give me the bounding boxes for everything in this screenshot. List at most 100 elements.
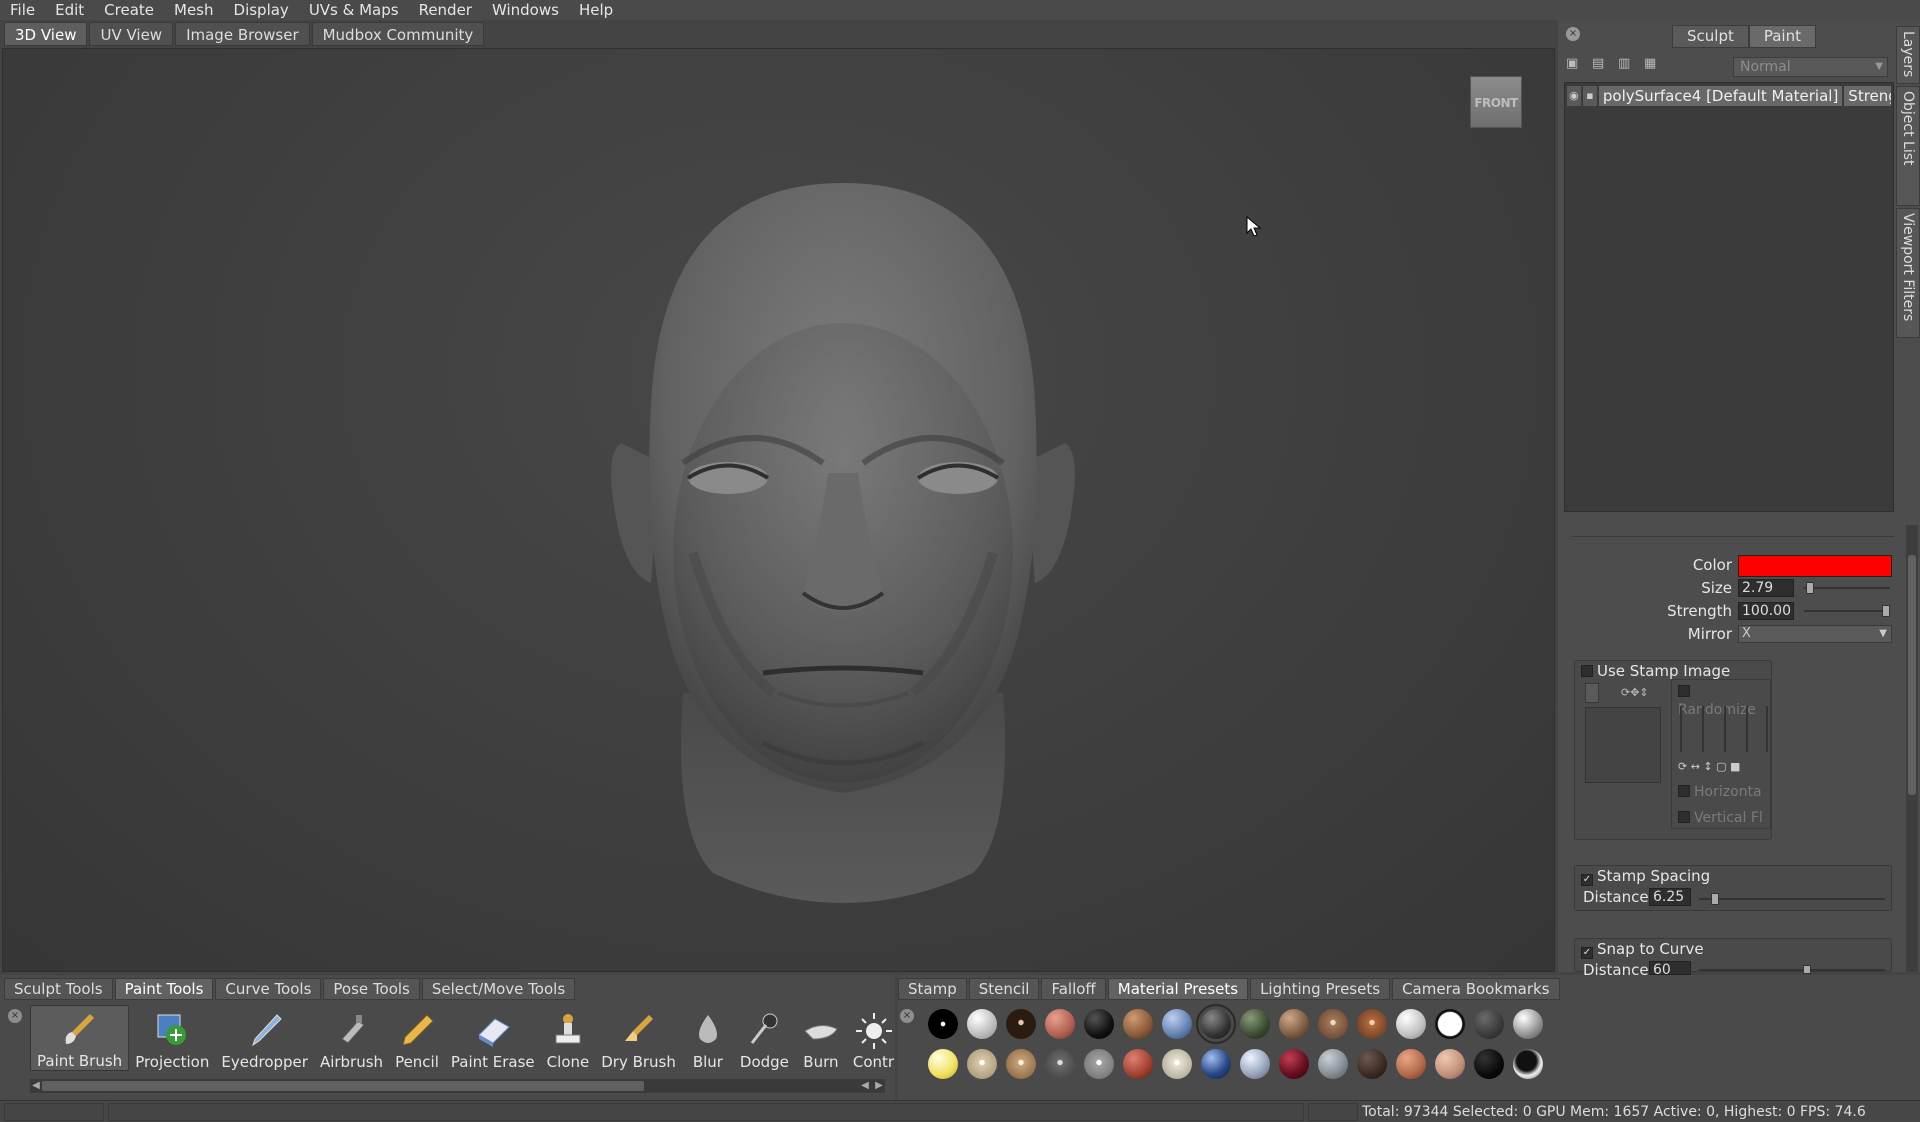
tool-burn[interactable]: Burn <box>795 1005 847 1071</box>
collapse-panel-icon[interactable]: × <box>1566 27 1580 41</box>
tab-image-browser[interactable]: Image Browser <box>175 22 310 46</box>
duplicate-layer-icon[interactable]: ▤ <box>1592 57 1608 71</box>
menu-edit[interactable]: Edit <box>45 0 94 20</box>
strength-input[interactable]: 100.00 <box>1738 602 1794 620</box>
material-preset[interactable] <box>1396 1049 1426 1079</box>
material-preset[interactable] <box>1318 1049 1348 1079</box>
tab-sculpt[interactable]: Sculpt <box>1672 25 1749 48</box>
scroll-left-end-icon[interactable]: ◀ <box>859 1079 871 1093</box>
tool-clone[interactable]: Clone <box>541 1005 596 1071</box>
tab-select-move-tools[interactable]: Select/Move Tools <box>421 978 576 1000</box>
tab-lighting-presets[interactable]: Lighting Presets <box>1250 978 1391 1000</box>
transform-icons[interactable]: ⟳ ↔ ↕ ▢ ■ <box>1678 760 1740 773</box>
lock-icon[interactable]: ▪ <box>1582 86 1597 106</box>
material-preset[interactable] <box>1318 1009 1348 1039</box>
material-preset[interactable] <box>1513 1009 1543 1039</box>
stamp-picker-button[interactable] <box>1585 683 1599 703</box>
material-preset[interactable] <box>1240 1049 1270 1079</box>
menu-file[interactable]: File <box>0 0 45 20</box>
tab-curve-tools[interactable]: Curve Tools <box>215 978 322 1000</box>
material-preset[interactable] <box>1435 1049 1465 1079</box>
snap-to-curve-checkbox[interactable]: ✓ Snap to Curve <box>1581 940 1704 959</box>
layer-strength-header[interactable]: Strength <box>1844 86 1891 106</box>
material-preset[interactable] <box>928 1049 958 1079</box>
stamp-distance-thumb[interactable] <box>1711 893 1719 905</box>
collapse-preset-tray-icon[interactable]: × <box>900 1009 914 1023</box>
material-preset[interactable] <box>1084 1049 1114 1079</box>
material-preset[interactable] <box>967 1009 997 1039</box>
scroll-right-icon[interactable]: ▶ <box>873 1079 885 1093</box>
material-preset[interactable] <box>1123 1049 1153 1079</box>
tab-paint-tools[interactable]: Paint Tools <box>114 978 214 1000</box>
side-tab-object-list[interactable]: Object List <box>1896 86 1920 206</box>
tab-sculpt-tools[interactable]: Sculpt Tools <box>4 978 113 1000</box>
blend-mode-select[interactable]: Normal ▼ <box>1733 57 1888 77</box>
tab-falloff[interactable]: Falloff <box>1041 978 1106 1000</box>
material-preset[interactable] <box>1045 1049 1075 1079</box>
tab-pose-tools[interactable]: Pose Tools <box>323 978 420 1000</box>
material-preset[interactable] <box>1045 1009 1075 1039</box>
size-input[interactable]: 2.79 <box>1738 579 1794 597</box>
vertical-flip-checkbox[interactable]: Vertical Fl <box>1678 808 1763 826</box>
tab-material-presets[interactable]: Material Presets <box>1107 978 1249 1000</box>
size-slider-thumb[interactable] <box>1806 582 1815 594</box>
material-preset[interactable] <box>1357 1049 1387 1079</box>
material-preset[interactable] <box>1474 1049 1504 1079</box>
menu-help[interactable]: Help <box>569 0 623 20</box>
new-layer-icon[interactable]: ▣ <box>1566 57 1582 71</box>
stamp-distance-slider[interactable] <box>1699 893 1885 905</box>
randomize-sliders[interactable] <box>1678 706 1768 756</box>
material-preset[interactable] <box>1123 1009 1153 1039</box>
tab-uv-view[interactable]: UV View <box>89 22 174 46</box>
tool-projection[interactable]: Projection <box>129 1005 215 1071</box>
menu-uvs-maps[interactable]: UVs & Maps <box>299 0 409 20</box>
side-tab-viewport-filters[interactable]: Viewport Filters <box>1896 208 1920 338</box>
layer-folder-icon[interactable]: ▥ <box>1618 57 1634 71</box>
collapse-tray-icon[interactable]: × <box>8 1009 22 1023</box>
size-slider[interactable] <box>1804 582 1890 594</box>
material-preset[interactable] <box>1357 1009 1387 1039</box>
mirror-select[interactable]: X ▼ <box>1738 625 1892 643</box>
tool-airbrush[interactable]: Airbrush <box>314 1005 389 1071</box>
stamp-spacing-checkbox[interactable]: ✓ Stamp Spacing <box>1581 867 1710 886</box>
color-swatch[interactable] <box>1738 555 1892 577</box>
snap-distance-thumb[interactable] <box>1803 965 1811 974</box>
layer-list[interactable]: ◉ ▪ polySurface4 [Default Material] Stre… <box>1564 82 1894 512</box>
stamp-preview[interactable] <box>1585 707 1661 783</box>
tab-3d-view[interactable]: 3D View <box>4 22 88 46</box>
side-tab-layers[interactable]: Layers <box>1896 26 1920 84</box>
material-preset[interactable] <box>1006 1009 1036 1039</box>
material-preset[interactable] <box>1279 1009 1309 1039</box>
tool-pencil[interactable]: Pencil <box>389 1005 445 1071</box>
menu-create[interactable]: Create <box>94 0 164 20</box>
material-preset[interactable] <box>928 1009 958 1039</box>
snap-distance-input[interactable]: 60 <box>1649 961 1691 978</box>
tab-paint[interactable]: Paint <box>1748 25 1816 48</box>
viewcube[interactable]: FRONT <box>1470 76 1522 128</box>
tab-mudbox-community[interactable]: Mudbox Community <box>311 22 485 46</box>
tool-paint-erase[interactable]: Paint Erase <box>445 1005 541 1071</box>
menu-render[interactable]: Render <box>409 0 482 20</box>
tool-paint-brush[interactable]: Paint Brush <box>30 1005 130 1071</box>
material-preset[interactable] <box>1084 1009 1114 1039</box>
delete-layer-icon[interactable]: ▦ <box>1644 57 1660 71</box>
material-preset[interactable] <box>1162 1009 1192 1039</box>
material-preset-selected[interactable] <box>1196 1004 1236 1044</box>
strength-slider-thumb[interactable] <box>1882 605 1890 617</box>
eye-visibility-icon[interactable]: ◉ <box>1567 86 1581 106</box>
scroll-left-icon[interactable]: ◀ <box>30 1079 42 1093</box>
material-preset[interactable] <box>1162 1049 1192 1079</box>
tab-stencil[interactable]: Stencil <box>968 978 1040 1000</box>
strength-slider[interactable] <box>1804 605 1890 617</box>
snap-distance-slider[interactable] <box>1699 965 1885 974</box>
tool-tray-scrollbar[interactable]: ◀ ◀ ▶ <box>30 1079 885 1093</box>
material-preset[interactable] <box>1396 1009 1426 1039</box>
properties-scrollbar[interactable] <box>1906 525 1918 972</box>
tool-dry-brush[interactable]: Dry Brush <box>595 1005 682 1071</box>
material-preset[interactable] <box>1435 1009 1465 1039</box>
material-preset[interactable] <box>1279 1049 1309 1079</box>
tab-stamp[interactable]: Stamp <box>898 978 967 1000</box>
menu-mesh[interactable]: Mesh <box>164 0 224 20</box>
rotate-flip-icons[interactable]: ⟳✥⇕ <box>1621 686 1649 699</box>
use-stamp-checkbox[interactable]: Use Stamp Image <box>1581 662 1730 680</box>
